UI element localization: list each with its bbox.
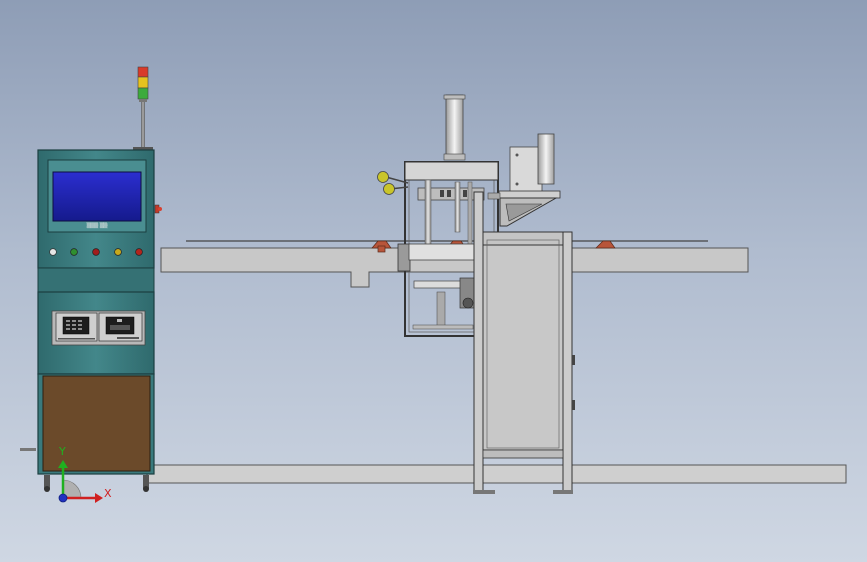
button-red[interactable] xyxy=(92,248,100,256)
axis-origin xyxy=(58,493,68,503)
axis-y-label: Y xyxy=(58,445,66,458)
handwheel-upper[interactable] xyxy=(377,171,389,183)
controller-right[interactable] xyxy=(98,312,143,342)
cad-viewport[interactable]: ▒▒▒ ▒▒ X Y xyxy=(0,0,867,562)
control-cabinet[interactable]: ▒▒▒ ▒▒ xyxy=(20,66,162,492)
side-stand[interactable] xyxy=(473,191,575,494)
signal-tower-lamp[interactable] xyxy=(133,66,153,150)
cabinet-band xyxy=(37,267,155,293)
hmi-screen[interactable] xyxy=(52,171,142,222)
hmi-screen-text: ▒▒▒ ▒▒ xyxy=(87,222,108,229)
handwheel-lower[interactable] xyxy=(383,183,395,195)
axis-x-arrow xyxy=(95,493,103,503)
button-yellow[interactable] xyxy=(114,248,122,256)
axis-x-label: X xyxy=(104,487,112,500)
button-white[interactable] xyxy=(49,248,57,256)
machine-assembly-model[interactable]: ▒▒▒ ▒▒ X Y xyxy=(0,0,867,562)
floor-rail[interactable] xyxy=(146,464,847,484)
button-emergency[interactable] xyxy=(135,248,143,256)
button-green[interactable] xyxy=(70,248,78,256)
controller-left[interactable] xyxy=(55,312,98,342)
